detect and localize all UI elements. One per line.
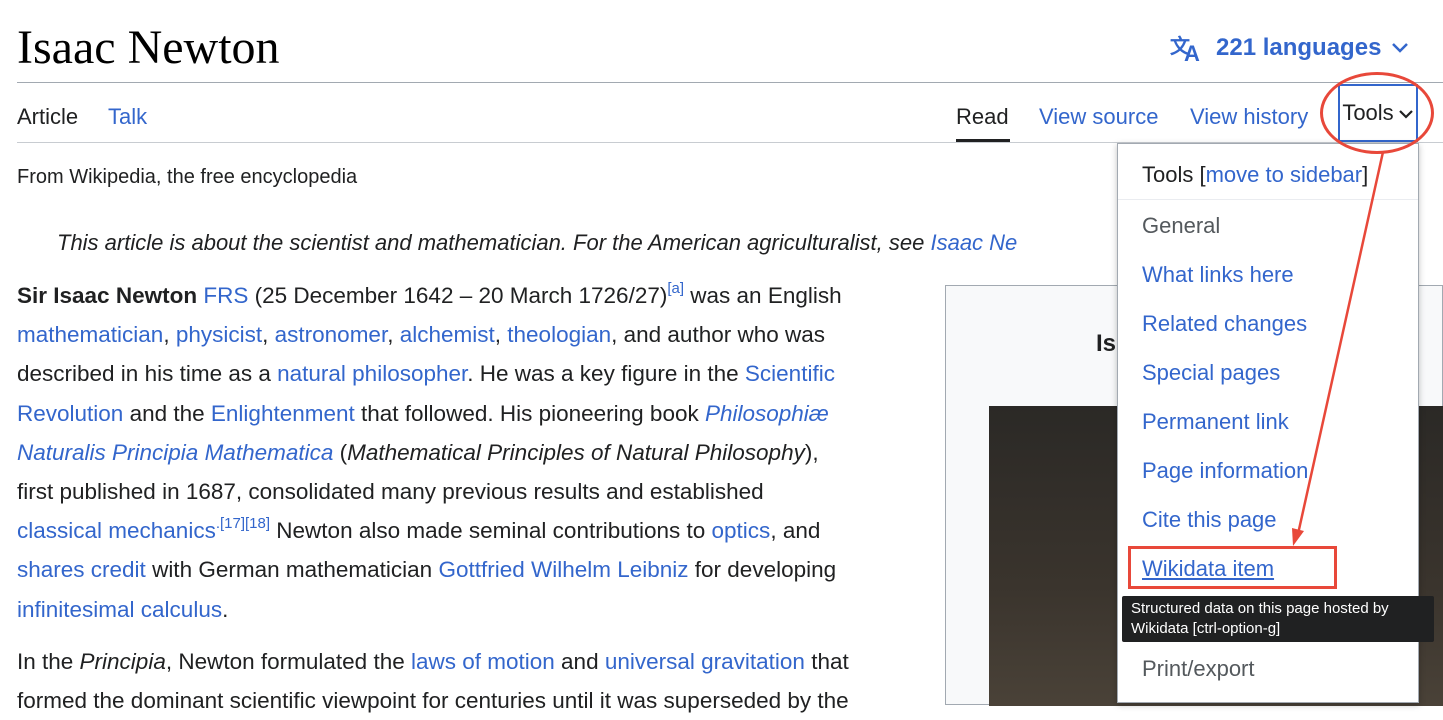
text: first published in 1687, consolidated ma… <box>17 479 764 505</box>
menu-divider <box>1118 199 1418 200</box>
text: for developing <box>688 557 837 583</box>
menu-item-cite-this-page[interactable]: Cite this page <box>1142 505 1277 535</box>
language-count: 221 languages <box>1216 34 1382 61</box>
text: , Newton formulated the <box>165 649 411 674</box>
link-optics[interactable]: optics <box>712 518 771 543</box>
second-paragraph: In the Principia, Newton formulated the … <box>17 642 937 720</box>
annotation-circle <box>1320 72 1434 154</box>
subject-name: Sir Isaac Newton <box>17 283 198 308</box>
link-frs[interactable]: FRS <box>203 283 248 308</box>
text: formed the dominant scientific viewpoint… <box>17 688 849 714</box>
section-general: General <box>1142 213 1221 238</box>
link-classical-mechanics[interactable]: classical mechanics <box>17 518 216 543</box>
lead-paragraph: Sir Isaac Newton FRS (25 December 1642 –… <box>17 279 842 622</box>
link-laws-of-motion[interactable]: laws of motion <box>411 649 555 674</box>
tooltip-line-1: Structured data on this page hosted by <box>1131 600 1389 617</box>
menu-item-related-changes[interactable]: Related changes <box>1142 309 1307 339</box>
link-astronomer[interactable]: astronomer <box>275 322 388 347</box>
link-mathematician[interactable]: mathematician <box>17 322 163 347</box>
link-theologian[interactable]: theologian <box>507 322 611 347</box>
footnote-17-18[interactable]: .[17][18] <box>216 515 270 532</box>
hatnote-link[interactable]: Isaac Ne <box>930 230 1017 255</box>
menu-item-permanent-link[interactable]: Permanent link <box>1142 407 1289 437</box>
translate-icon: 文 A <box>1170 33 1206 63</box>
chevron-down-icon <box>1391 42 1409 54</box>
annotation-box <box>1128 546 1337 589</box>
tab-read[interactable]: Read <box>956 102 1009 132</box>
wikidata-tooltip: Structured data on this page hosted by W… <box>1122 596 1434 642</box>
link-enlightenment[interactable]: Enlightenment <box>211 401 355 426</box>
section-print-export: Print/export <box>1142 656 1255 681</box>
text: with German mathematician <box>145 557 439 583</box>
tools-menu-header: Tools [move to sidebar] <box>1142 162 1369 187</box>
text: . He was a key figure in the <box>467 361 745 387</box>
tab-article[interactable]: Article <box>17 102 78 132</box>
link-physicist[interactable]: physicist <box>176 322 262 347</box>
svg-text:A: A <box>1184 41 1200 63</box>
tools-menu-title: Tools <box>1142 162 1194 187</box>
text: that followed. His pioneering book <box>354 400 705 426</box>
menu-item-what-links-here[interactable]: What links here <box>1142 260 1294 290</box>
link-leibniz[interactable]: Gottfried Wilhelm Leibniz <box>438 557 688 582</box>
footnote-a[interactable]: [a] <box>667 280 684 297</box>
menu-item-special-pages[interactable]: Special pages <box>1142 358 1280 388</box>
text: Principia <box>79 649 166 674</box>
hatnote: This article is about the scientist and … <box>57 228 1017 258</box>
link-universal-gravitation[interactable]: universal gravitation <box>605 649 805 674</box>
infobox-title: Is <box>1096 330 1117 357</box>
title-divider <box>17 82 1443 83</box>
tab-view-source[interactable]: View source <box>1039 102 1158 132</box>
text: ( <box>333 439 348 465</box>
text: was an English <box>684 283 842 308</box>
link-shares-credit[interactable]: shares credit <box>17 557 146 582</box>
link-scientific-revolution-2[interactable]: Revolution <box>17 401 123 426</box>
link-calculus[interactable]: infinitesimal calculus <box>17 597 222 622</box>
text: , and <box>770 518 821 544</box>
move-to-sidebar-link[interactable]: move to sidebar <box>1206 162 1363 187</box>
menu-item-page-information[interactable]: Page information <box>1142 456 1308 486</box>
language-button[interactable]: 文 A 221 languages <box>1170 30 1409 66</box>
text: ), <box>804 439 819 465</box>
tab-view-history[interactable]: View history <box>1190 102 1308 132</box>
link-principia[interactable]: Philosophiæ <box>705 401 829 426</box>
text: Newton also made seminal contributions t… <box>270 518 712 544</box>
tooltip-line-2: Wikidata [ctrl-option-g] <box>1131 620 1281 637</box>
link-natural-philosopher[interactable]: natural philosopher <box>277 361 467 386</box>
text: In the <box>17 649 80 674</box>
text: (25 December 1642 – 20 March 1726/27) <box>248 283 668 308</box>
tab-talk[interactable]: Talk <box>108 102 147 132</box>
text: described in his time as a <box>17 361 278 387</box>
link-scientific-revolution[interactable]: Scientific <box>745 361 835 386</box>
text: , and author who was <box>611 322 826 348</box>
text: Mathematical Principles of Natural Philo… <box>347 439 805 465</box>
text: and <box>554 649 605 674</box>
hatnote-text: This article is about the scientist and … <box>57 230 931 255</box>
text: that <box>804 649 849 674</box>
link-principia-2[interactable]: Naturalis Principia Mathematica <box>17 440 333 465</box>
page-title: Isaac Newton <box>17 21 280 74</box>
text: . <box>222 596 229 622</box>
site-tagline: From Wikipedia, the free encyclopedia <box>17 166 358 188</box>
text: and the <box>123 400 211 426</box>
link-alchemist[interactable]: alchemist <box>400 322 495 347</box>
